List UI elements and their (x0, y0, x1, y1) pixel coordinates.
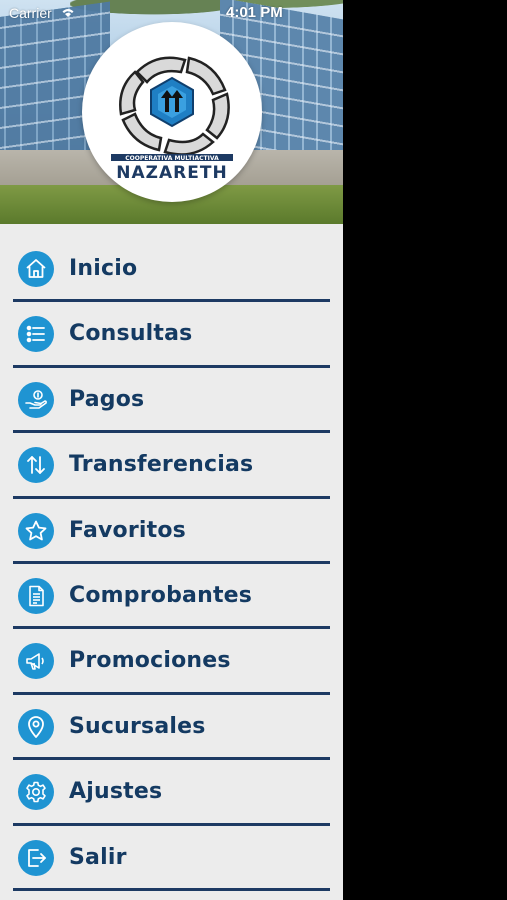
menu-label-pagos: Pagos (69, 386, 145, 412)
carrier-label: Carrier (9, 5, 52, 21)
menu-label-consultas: Consultas (69, 321, 193, 347)
status-bar: Carrier 4:01 PM (0, 0, 343, 26)
menu-item-pagos[interactable]: Pagos (0, 368, 343, 434)
gear-icon (18, 774, 54, 811)
menu-label-comprobantes: Comprobantes (69, 582, 253, 608)
star-icon (18, 512, 54, 549)
menu-label-promociones: Promociones (69, 648, 231, 674)
home-icon (18, 251, 54, 287)
document-icon (18, 577, 54, 614)
menu-item-sucursales[interactable]: Sucursales (0, 695, 343, 761)
logo-name: NAZARETH (116, 163, 227, 182)
menu-item-inicio[interactable]: Inicio (0, 237, 343, 303)
navigation-drawer: COOPERATIVA MULTIACTIVA NAZARETH Carrier… (0, 0, 343, 900)
menu-label-sucursales: Sucursales (69, 713, 206, 739)
cooperative-logo: COOPERATIVA MULTIACTIVA NAZARETH (111, 56, 233, 182)
menu-item-transferencias[interactable]: Transferencias (0, 433, 343, 499)
menu-item-favoritos[interactable]: Favoritos (0, 499, 343, 564)
menu-item-comprobantes[interactable]: Comprobantes (0, 564, 343, 630)
transfer-arrows-icon (18, 447, 54, 484)
logo-badge: COOPERATIVA MULTIACTIVA NAZARETH (82, 22, 262, 202)
menu-label-ajustes: Ajustes (69, 779, 163, 805)
dimmed-content-overlay[interactable] (343, 0, 507, 900)
menu-item-salir[interactable]: Salir (0, 826, 343, 891)
list-icon (18, 316, 54, 353)
logo-org-line: COOPERATIVA MULTIACTIVA (125, 155, 219, 162)
megaphone-icon (18, 643, 54, 680)
menu-item-ajustes[interactable]: Ajustes (0, 760, 343, 826)
menu-label-transferencias: Transferencias (69, 452, 254, 478)
drawer-menu: Inicio Consultas Pagos Transferencias Fa… (0, 237, 343, 891)
menu-label-inicio: Inicio (69, 256, 138, 281)
wifi-icon (62, 9, 74, 17)
menu-item-consultas[interactable]: Consultas (0, 302, 343, 368)
menu-divider (13, 887, 330, 891)
drawer-header: COOPERATIVA MULTIACTIVA NAZARETH Carrier… (0, 0, 343, 224)
logout-icon (18, 839, 54, 876)
menu-label-favoritos: Favoritos (69, 517, 186, 543)
status-time: 4:01 PM (226, 4, 283, 21)
menu-label-salir: Salir (69, 844, 127, 870)
location-pin-icon (18, 708, 54, 745)
menu-item-promociones[interactable]: Promociones (0, 629, 343, 695)
hand-coin-icon (18, 381, 54, 418)
